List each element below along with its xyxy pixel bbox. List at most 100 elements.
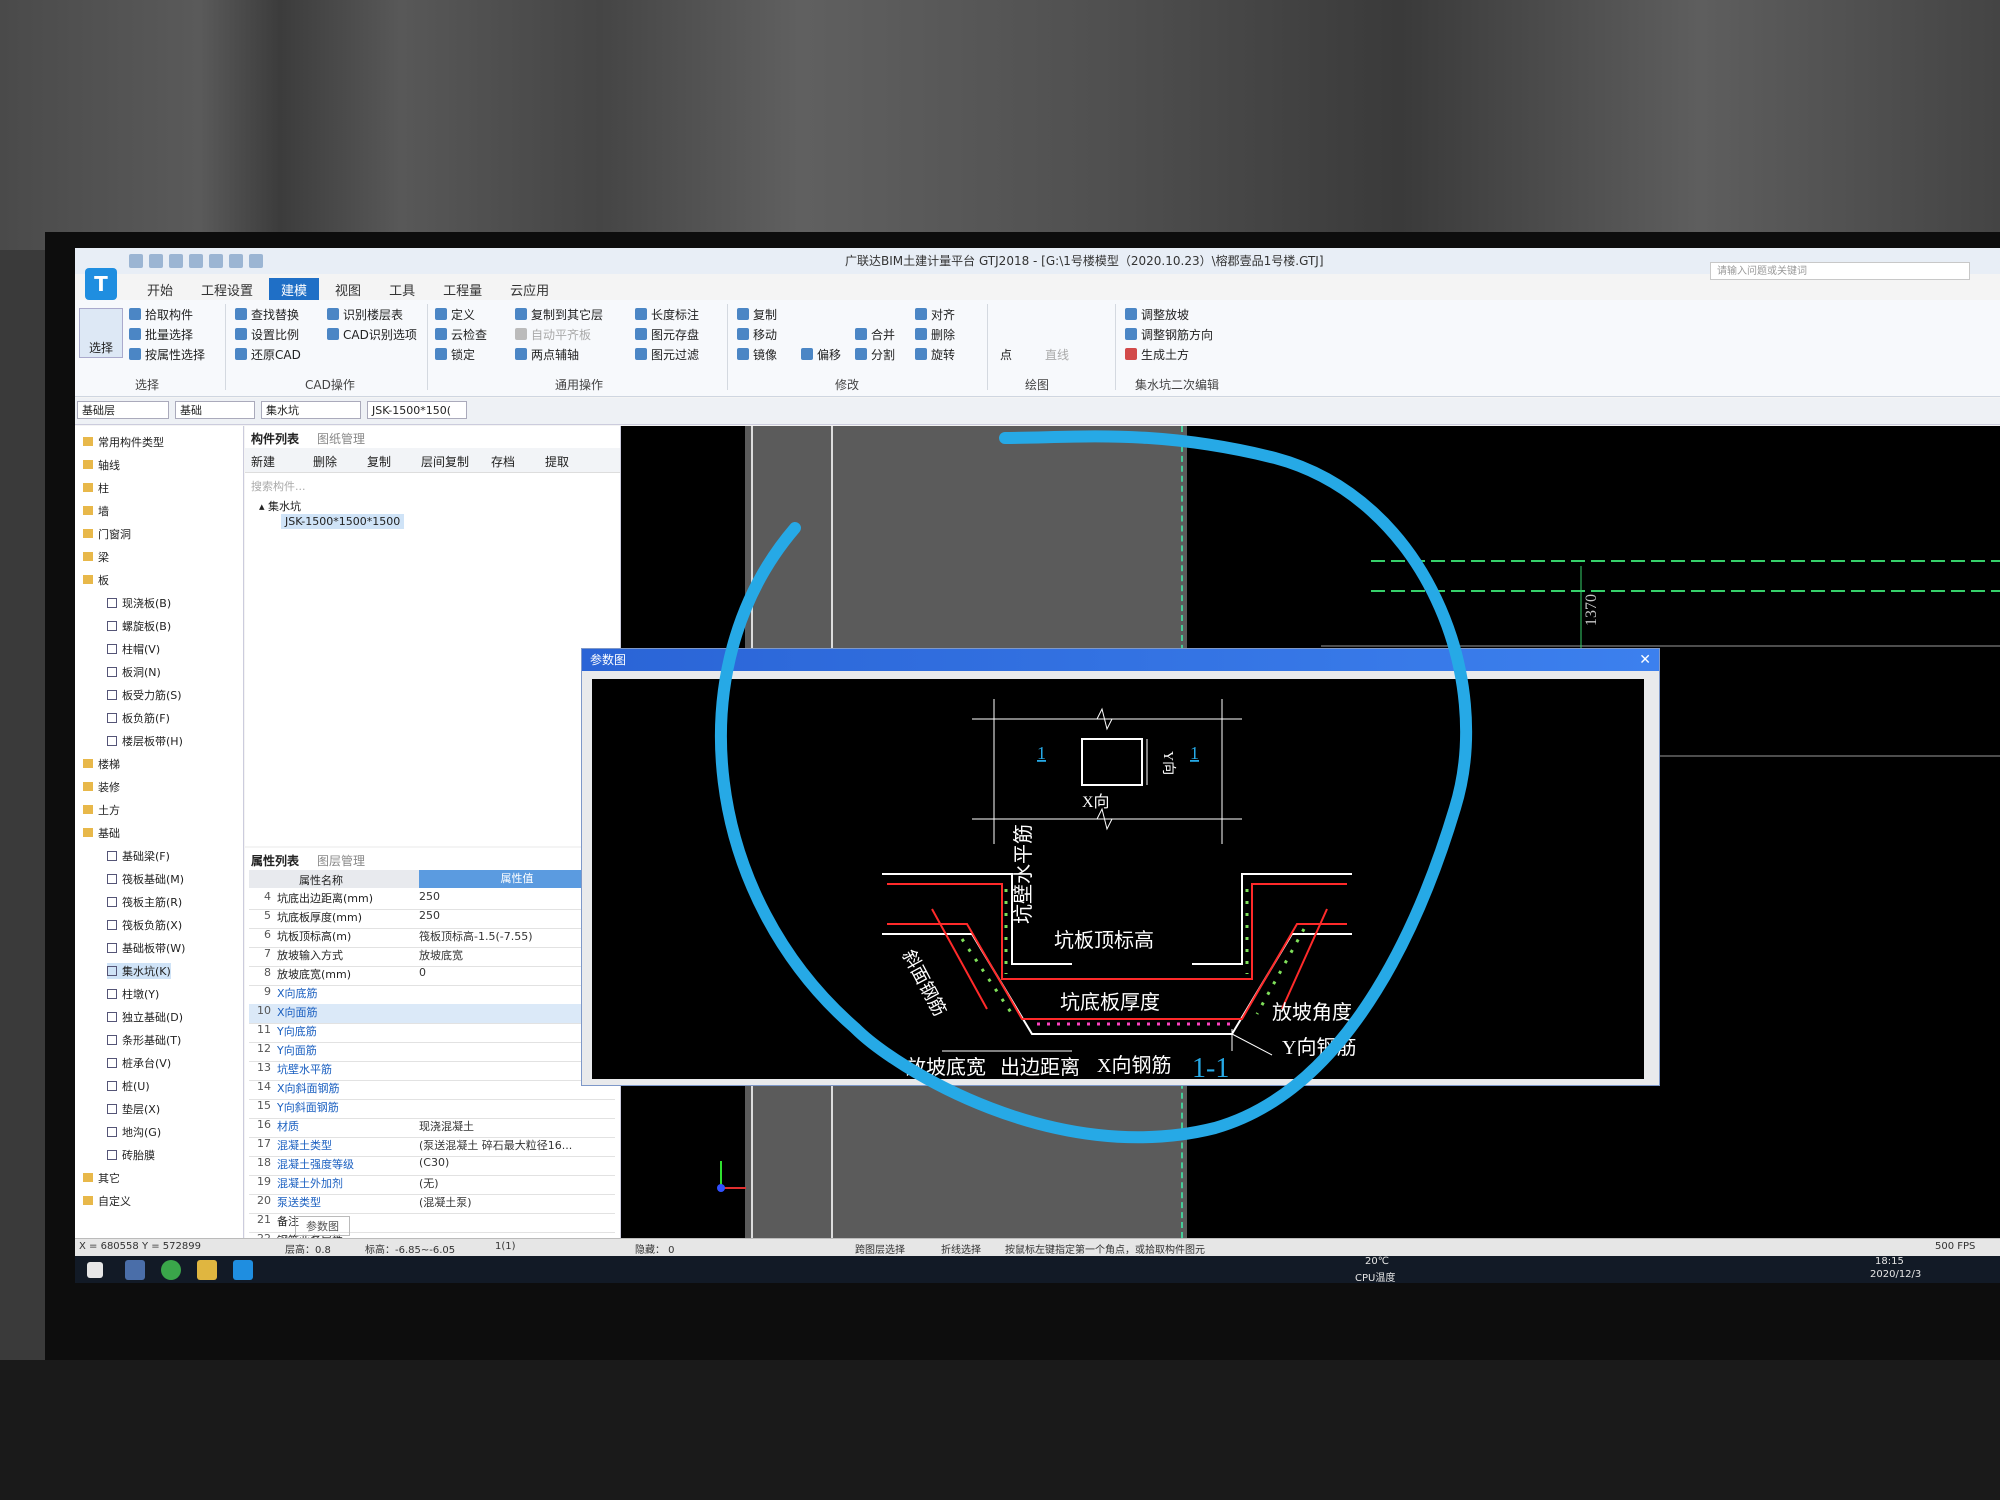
nav-folder[interactable]: 其它 [83, 1170, 120, 1186]
merge-button[interactable]: 合并 [855, 326, 895, 343]
identify-floor-table-button[interactable]: 识别楼层表 [327, 306, 403, 323]
windows-start-icon[interactable] [87, 1262, 103, 1278]
clock-time[interactable]: 18:15 [1875, 1256, 1904, 1267]
cloud-check-button[interactable]: 云检查 [435, 326, 487, 343]
copy-component-button[interactable]: 复制 [367, 453, 391, 470]
property-row[interactable]: 16 材质 现浇混凝土 [249, 1118, 615, 1138]
align-button[interactable]: 对齐 [915, 306, 955, 323]
nav-folder[interactable]: 柱 [83, 480, 109, 496]
property-row[interactable]: 6 坑板顶标高(m) 筏板顶标高-1.5(-7.55) [249, 928, 615, 948]
gtj-app-icon[interactable] [233, 1260, 253, 1280]
lock-button[interactable]: 锁定 [435, 346, 475, 363]
tab-tools[interactable]: 工具 [377, 278, 427, 301]
nav-item[interactable]: 基础板带(W) [107, 940, 185, 956]
property-row[interactable]: 12 Y向面筋 [249, 1042, 615, 1062]
property-row[interactable]: 8 放坡底宽(mm) 0 [249, 966, 615, 986]
copy-button[interactable]: 复制 [737, 306, 777, 323]
sum-icon[interactable] [209, 254, 223, 268]
app-logo[interactable]: T [85, 268, 117, 300]
delete-button[interactable]: 删除 [915, 326, 955, 343]
restore-cad-button[interactable]: 还原CAD [235, 346, 301, 363]
property-value[interactable]: (C30) [419, 1156, 609, 1169]
property-row[interactable]: 18 混凝土强度等级 (C30) [249, 1156, 615, 1176]
cad-options-button[interactable]: CAD识别选项 [327, 326, 417, 343]
property-row[interactable]: 13 坑壁水平筋 [249, 1061, 615, 1081]
component-item-selected[interactable]: JSK-1500*1500*1500 [281, 514, 405, 529]
redo-icon[interactable] [189, 254, 203, 268]
split-button[interactable]: 分割 [855, 346, 895, 363]
nav-item[interactable]: 柱帽(V) [107, 641, 160, 657]
property-row[interactable]: 20 泵送类型 (混凝土泵) [249, 1194, 615, 1214]
property-row[interactable]: 15 Y向斜面钢筋 [249, 1099, 615, 1119]
clock-date[interactable]: 2020/12/3 [1870, 1269, 1921, 1280]
nav-folder[interactable]: 板 [83, 572, 109, 588]
nav-folder[interactable]: 楼梯 [83, 756, 120, 772]
element-filter-button[interactable]: 图元过滤 [635, 346, 699, 363]
copy-to-other-floor-button[interactable]: 复制到其它层 [515, 306, 603, 323]
nav-item[interactable]: 楼层板带(H) [107, 733, 183, 749]
property-row[interactable]: 5 坑底板厚度(mm) 250 [249, 909, 615, 929]
tab-layer-management[interactable]: 图层管理 [317, 852, 365, 869]
new-button[interactable]: 新建 [251, 453, 275, 470]
nav-item[interactable]: 螺旋板(B) [107, 618, 171, 634]
component-search-input[interactable]: 搜索构件... [251, 478, 306, 494]
category-select[interactable]: 基础 [175, 401, 255, 419]
property-row[interactable]: 9 X向底筋 [249, 985, 615, 1005]
nav-folder[interactable]: 自定义 [83, 1193, 131, 1209]
nav-item[interactable]: 砖胎膜 [107, 1147, 155, 1163]
tab-cloud[interactable]: 云应用 [498, 278, 561, 301]
nav-item[interactable]: 垫层(X) [107, 1101, 160, 1117]
adjust-rebar-direction-button[interactable]: 调整钢筋方向 [1125, 326, 1213, 343]
polyline-select-toggle[interactable]: 折线选择 [941, 1241, 981, 1256]
floor-select[interactable]: 基础层 [77, 401, 169, 419]
nav-item[interactable]: 柱墩(Y) [107, 986, 159, 1002]
tab-quantities[interactable]: 工程量 [431, 278, 494, 301]
explorer-icon[interactable] [197, 1260, 217, 1280]
tab-property-list[interactable]: 属性列表 [251, 852, 299, 869]
property-row[interactable]: 19 混凝土外加剂 (无) [249, 1175, 615, 1195]
auto-flush-slab-button[interactable]: 自动平齐板 [515, 326, 591, 343]
select-big-button[interactable]: 选择 [79, 308, 123, 358]
nav-folder[interactable]: 基础 [83, 825, 120, 841]
tree-group-sump-pit[interactable]: ▴ 集水坑 [259, 498, 301, 514]
nav-folder[interactable]: 轴线 [83, 457, 120, 473]
component-type-select[interactable]: 集水坑 [261, 401, 361, 419]
nav-item[interactable]: 板负筋(F) [107, 710, 170, 726]
nav-item[interactable]: 桩(U) [107, 1078, 150, 1094]
tab-view[interactable]: 视图 [323, 278, 373, 301]
two-point-axis-button[interactable]: 两点辅轴 [515, 346, 579, 363]
nav-folder[interactable]: 装修 [83, 779, 120, 795]
adjust-slope-button[interactable]: 调整放坡 [1125, 306, 1189, 323]
table-icon[interactable] [249, 254, 263, 268]
nav-item[interactable]: 筏板负筋(X) [107, 917, 182, 933]
property-row[interactable]: 17 混凝土类型 (泵送混凝土 碎石最大粒径16... [249, 1137, 615, 1157]
nav-folder[interactable]: 墙 [83, 503, 109, 519]
report-icon[interactable] [229, 254, 243, 268]
archive-button[interactable]: 存档 [491, 453, 515, 470]
line-draw-button[interactable]: 直线 [1045, 346, 1069, 363]
offset-button[interactable]: 偏移 [801, 346, 841, 363]
property-row[interactable]: 4 坑底出边距离(mm) 250 [249, 890, 615, 910]
nav-item[interactable]: 地沟(G) [107, 1124, 161, 1140]
mirror-button[interactable]: 镜像 [737, 346, 777, 363]
property-row[interactable]: 7 放坡输入方式 放坡底宽 [249, 947, 615, 967]
nav-folder[interactable]: 门窗洞 [83, 526, 131, 542]
floor-copy-button[interactable]: 层间复制 [421, 453, 469, 470]
tab-start[interactable]: 开始 [135, 278, 185, 301]
tab-modeling[interactable]: 建模 [269, 278, 320, 301]
length-dimension-button[interactable]: 长度标注 [635, 306, 699, 323]
property-value[interactable]: (无) [419, 1175, 609, 1191]
undo-icon[interactable] [169, 254, 183, 268]
nav-item[interactable]: 板洞(N) [107, 664, 161, 680]
nav-item[interactable]: 筏板主筋(R) [107, 894, 182, 910]
nav-item[interactable]: 集水坑(K) [107, 963, 171, 979]
select-by-property-button[interactable]: 按属性选择 [129, 346, 205, 363]
rotate-button[interactable]: 旋转 [915, 346, 955, 363]
delete-component-button[interactable]: 删除 [313, 453, 337, 470]
tab-component-list[interactable]: 构件列表 [251, 430, 299, 447]
element-save-button[interactable]: 图元存盘 [635, 326, 699, 343]
set-scale-button[interactable]: 设置比例 [235, 326, 299, 343]
extract-button[interactable]: 提取 [545, 453, 569, 470]
move-button[interactable]: 移动 [737, 326, 777, 343]
cross-layer-select-toggle[interactable]: 跨图层选择 [855, 1241, 905, 1256]
